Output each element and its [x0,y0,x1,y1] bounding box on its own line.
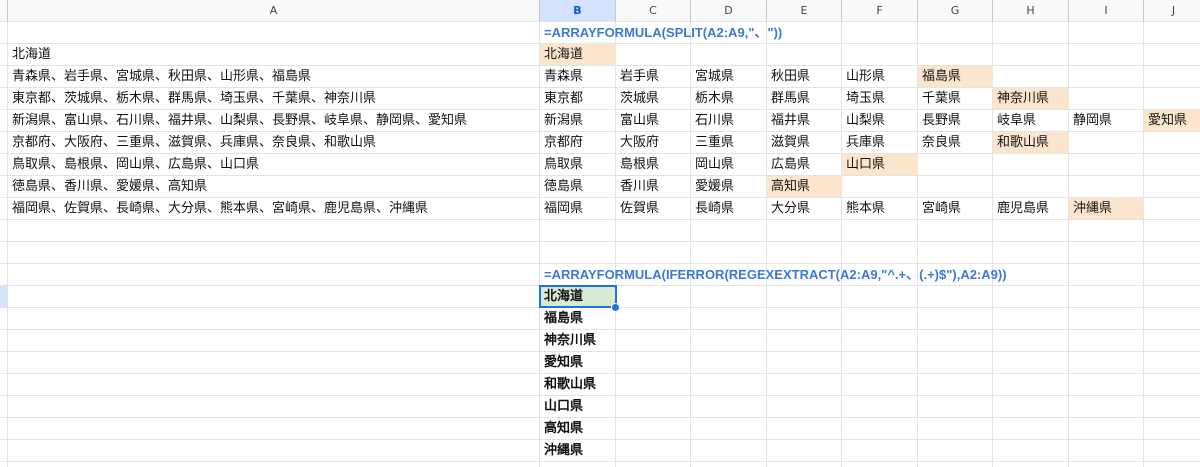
split-result-cell[interactable]: 北海道 [540,44,616,65]
regex-result-cell[interactable]: 山口県 [540,396,616,417]
split-result-cell[interactable]: 山梨県 [842,110,918,131]
source-cell-a9[interactable]: 福岡県、佐賀県、長崎県、大分県、熊本県、宮崎県、鹿児島県、沖縄県 [8,198,540,219]
split-result-cell[interactable]: 福岡県 [540,198,616,219]
regex-result-cell[interactable]: 神奈川県 [540,330,616,351]
column-header-e[interactable]: E [767,0,842,22]
split-formula-cell[interactable]: =ARRAYFORMULA(SPLIT(A2:A9,"、")) [540,22,782,43]
regex-result-cell[interactable]: 高知県 [540,418,616,439]
split-result-cell[interactable]: 新潟県 [540,110,616,131]
regex-formula-cell[interactable]: =ARRAYFORMULA(IFERROR(REGEXEXTRACT(A2:A9… [540,264,1007,285]
split-result-cell[interactable]: 奈良県 [918,132,993,153]
source-cell-a7[interactable]: 鳥取県、島根県、岡山県、広島県、山口県 [8,154,540,175]
split-result-cell[interactable]: 佐賀県 [616,198,691,219]
regex-result-cell[interactable]: 福島県 [540,308,616,329]
select-all-corner[interactable] [0,0,8,22]
split-result-cell[interactable]: 沖縄県 [1069,198,1144,219]
split-result-cell[interactable]: 京都府 [540,132,616,153]
source-cell-a5[interactable]: 新潟県、富山県、石川県、福井県、山梨県、長野県、岐阜県、静岡県、愛知県 [8,110,540,131]
column-header-g[interactable]: G [918,0,993,22]
fill-handle[interactable] [611,303,620,312]
split-result-cell[interactable]: 山口県 [842,154,918,175]
source-cell-a8[interactable]: 徳島県、香川県、愛媛県、高知県 [8,176,540,197]
split-result-cell[interactable]: 岩手県 [616,66,691,87]
split-result-cell[interactable]: 茨城県 [616,88,691,109]
column-header-b[interactable]: B [540,0,616,22]
split-result-cell[interactable]: 香川県 [616,176,691,197]
split-result-cell[interactable]: 徳島県 [540,176,616,197]
split-result-cell[interactable]: 広島県 [767,154,842,175]
split-result-cell[interactable]: 群馬県 [767,88,842,109]
column-header-i[interactable]: I [1069,0,1144,22]
row-gridline [0,219,1200,220]
source-cell-a2[interactable]: 北海道 [8,44,540,65]
split-result-cell[interactable]: 福井県 [767,110,842,131]
split-result-cell[interactable]: 山形県 [842,66,918,87]
split-result-cell[interactable]: 愛知県 [1144,110,1200,131]
split-result-cell[interactable]: 三重県 [691,132,767,153]
split-result-cell[interactable]: 神奈川県 [993,88,1069,109]
split-result-cell[interactable]: 福島県 [918,66,993,87]
split-result-cell[interactable]: 静岡県 [1069,110,1144,131]
split-result-cell[interactable]: 熊本県 [842,198,918,219]
column-header-a[interactable]: A [8,0,540,22]
split-result-cell[interactable]: 兵庫県 [842,132,918,153]
regex-result-cell[interactable]: 沖縄県 [540,440,616,461]
column-header-f[interactable]: F [842,0,918,22]
split-result-cell[interactable]: 千葉県 [918,88,993,109]
split-result-cell[interactable]: 滋賀県 [767,132,842,153]
row-gridline [0,461,1200,462]
row-gridline [0,241,1200,242]
source-cell-a3[interactable]: 青森県、岩手県、宮城県、秋田県、山形県、福島県 [8,66,540,87]
regex-result-cell[interactable]: 和歌山県 [540,374,616,395]
active-cell[interactable]: 北海道 [539,285,617,308]
column-header-d[interactable]: D [691,0,767,22]
split-result-cell[interactable]: 栃木県 [691,88,767,109]
split-result-cell[interactable]: 大阪府 [616,132,691,153]
source-cell-a4[interactable]: 東京都、茨城県、栃木県、群馬県、埼玉県、千葉県、神奈川県 [8,88,540,109]
split-result-cell[interactable]: 宮崎県 [918,198,993,219]
split-result-cell[interactable]: 宮城県 [691,66,767,87]
regex-result-cell[interactable]: 愛知県 [540,352,616,373]
split-result-cell[interactable]: 埼玉県 [842,88,918,109]
split-result-cell[interactable]: 青森県 [540,66,616,87]
column-gridline [1143,22,1144,467]
source-cell-a6[interactable]: 京都府、大阪府、三重県、滋賀県、兵庫県、奈良県、和歌山県 [8,132,540,153]
split-result-cell[interactable]: 高知県 [767,176,842,197]
column-header-j[interactable]: J [1144,0,1200,22]
split-result-cell[interactable]: 岡山県 [691,154,767,175]
split-result-cell[interactable]: 富山県 [616,110,691,131]
split-result-cell[interactable]: 東京都 [540,88,616,109]
column-header-h[interactable]: H [993,0,1069,22]
column-header-c[interactable]: C [616,0,691,22]
split-result-cell[interactable]: 大分県 [767,198,842,219]
split-result-cell[interactable]: 鹿児島県 [993,198,1069,219]
split-result-cell[interactable]: 長崎県 [691,198,767,219]
split-result-cell[interactable]: 石川県 [691,110,767,131]
split-result-cell[interactable]: 和歌山県 [993,132,1069,153]
split-result-cell[interactable]: 愛媛県 [691,176,767,197]
split-result-cell[interactable]: 島根県 [616,154,691,175]
split-result-cell[interactable]: 秋田県 [767,66,842,87]
spreadsheet-grid[interactable]: ABCDEFGHIJ =ARRAYFORMULA(SPLIT(A2:A9,"、"… [0,0,1200,467]
split-result-cell[interactable]: 岐阜県 [993,110,1069,131]
split-result-cell[interactable]: 長野県 [918,110,993,131]
split-result-cell[interactable]: 鳥取県 [540,154,616,175]
